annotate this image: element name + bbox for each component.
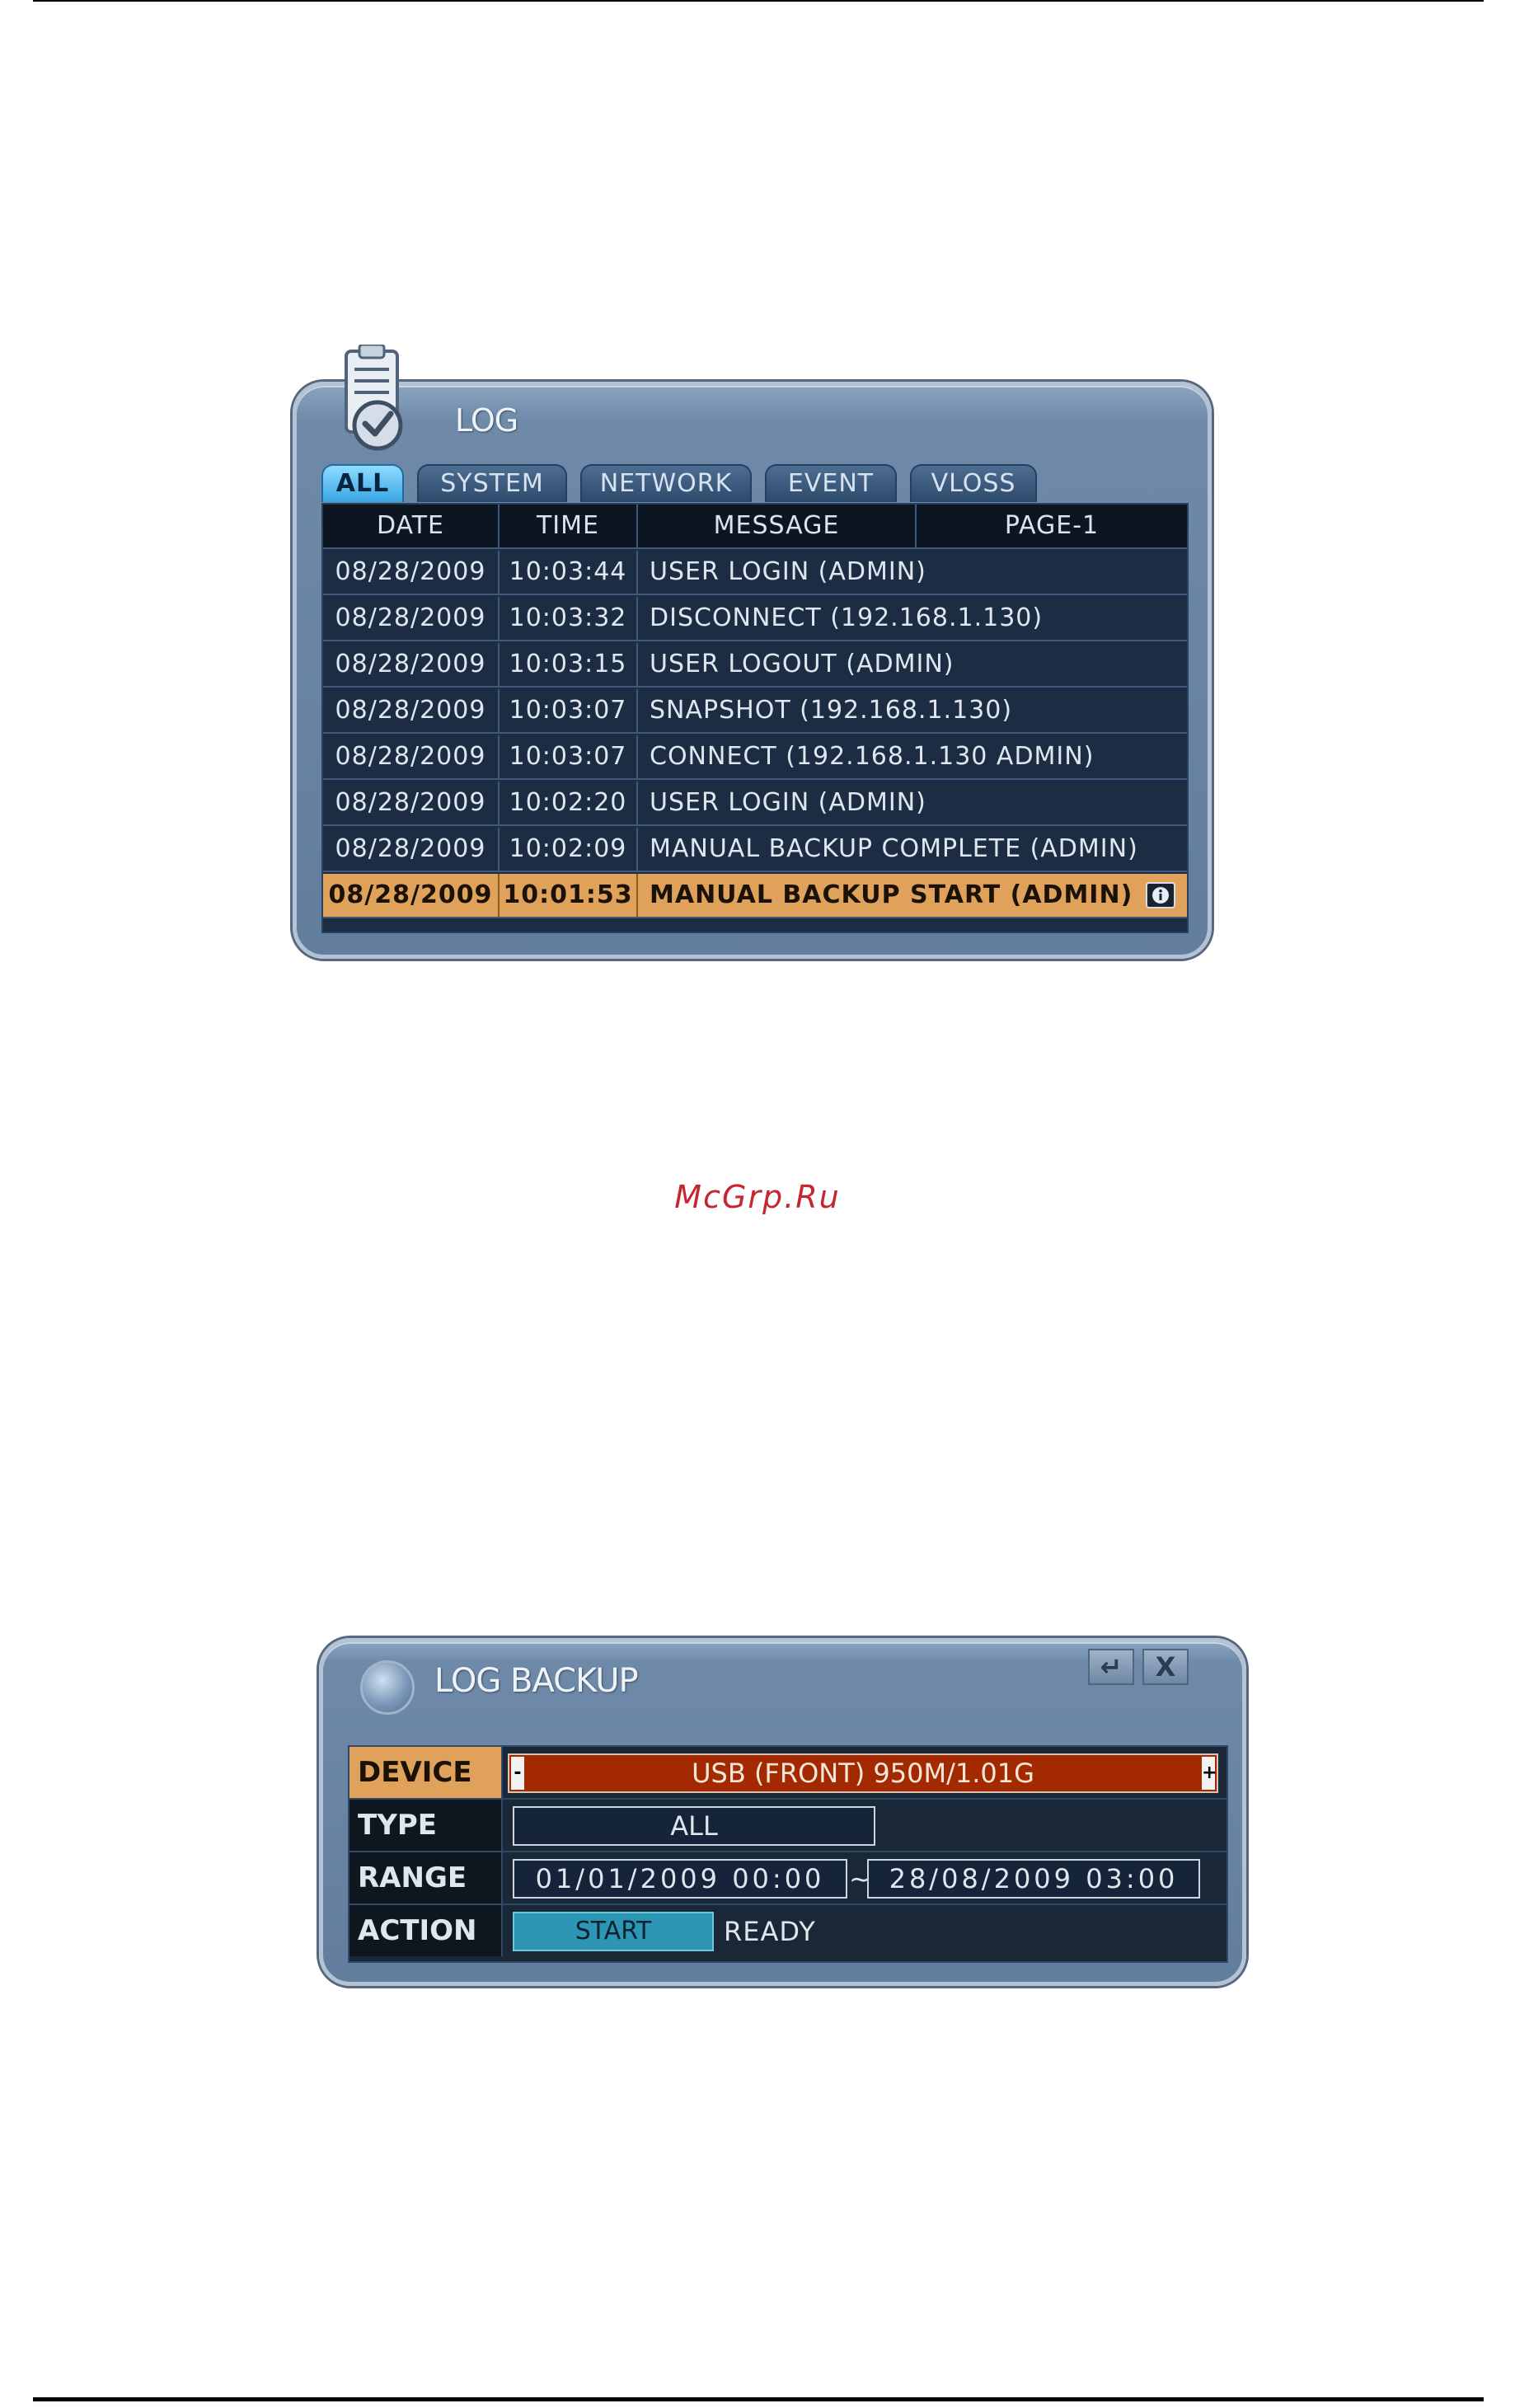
column-header-time: TIME	[536, 511, 599, 540]
log-message: SNAPSHOT (192.168.1.130)	[650, 696, 1013, 725]
log-time: 10:02:20	[500, 782, 638, 824]
device-increment-button[interactable]: +	[1202, 1757, 1217, 1790]
log-row[interactable]: 08/28/2009 10:03:07 SNAPSHOT (192.168.1.…	[323, 689, 1187, 734]
enter-button[interactable]: ↵	[1088, 1649, 1134, 1685]
range-label: RANGE	[349, 1852, 503, 1903]
log-backup-title: LOG BACKUP	[434, 1662, 639, 1700]
log-date: 08/28/2009	[323, 551, 500, 594]
log-time: 10:03:15	[500, 643, 638, 686]
type-row: TYPE ALL	[349, 1800, 1227, 1852]
range-start-field[interactable]: 01/01/2009 00:00	[513, 1859, 847, 1899]
device-label: DEVICE	[349, 1747, 503, 1798]
tab-system[interactable]: SYSTEM	[417, 464, 567, 502]
column-header-message: MESSAGE	[713, 511, 840, 540]
device-row: DEVICE - USB (FRONT) 950M/1.01G +	[349, 1747, 1227, 1800]
range-row: RANGE 01/01/2009 00:00 ~ 28/08/2009 03:0…	[349, 1852, 1227, 1905]
log-time: 10:01:53	[500, 874, 638, 917]
action-label: ACTION	[349, 1905, 503, 1956]
tab-vloss[interactable]: VLOSS	[910, 464, 1037, 502]
log-date: 08/28/2009	[323, 643, 500, 686]
log-row[interactable]: 08/28/2009 10:03:44 USER LOGIN (ADMIN)	[323, 551, 1187, 595]
log-time: 10:02:09	[500, 828, 638, 871]
tab-network[interactable]: NETWORK	[580, 464, 752, 502]
log-message: USER LOGIN (ADMIN)	[650, 788, 926, 817]
log-table: DATE TIME MESSAGE PAGE-1 08/28/2009 10:0…	[321, 503, 1189, 933]
log-backup-window: LOG BACKUP ↵ X DEVICE - USB (FRONT) 950M…	[319, 1638, 1246, 1986]
log-date: 08/28/2009	[323, 828, 500, 871]
bottom-rule	[33, 2397, 1484, 2401]
log-time: 10:03:07	[500, 689, 638, 732]
type-select[interactable]: ALL	[513, 1806, 875, 1846]
tab-all[interactable]: ALL	[321, 464, 404, 502]
window-orb-icon	[360, 1660, 415, 1715]
watermark: McGrp.Ru	[674, 1179, 841, 1215]
device-value: USB (FRONT) 950M/1.01G	[692, 1758, 1034, 1789]
close-button[interactable]: X	[1142, 1649, 1189, 1685]
log-table-header: DATE TIME MESSAGE PAGE-1	[323, 505, 1187, 549]
log-row-selected[interactable]: 08/28/2009 10:01:53 MANUAL BACKUP START …	[323, 874, 1187, 918]
log-date: 08/28/2009	[323, 597, 500, 640]
log-row[interactable]: 08/28/2009 10:02:20 USER LOGIN (ADMIN)	[323, 782, 1187, 826]
log-message: CONNECT (192.168.1.130 ADMIN)	[650, 742, 1095, 771]
column-header-date: DATE	[376, 511, 445, 540]
device-select[interactable]: - USB (FRONT) 950M/1.01G +	[508, 1753, 1218, 1793]
start-button[interactable]: START	[513, 1912, 714, 1951]
backup-form: DEVICE - USB (FRONT) 950M/1.01G + TYPE A…	[348, 1745, 1228, 1963]
log-message: MANUAL BACKUP COMPLETE (ADMIN)	[650, 834, 1138, 863]
log-time: 10:03:44	[500, 551, 638, 594]
info-icon[interactable]	[1146, 882, 1175, 908]
action-row: ACTION START READY	[349, 1905, 1227, 1958]
log-date: 08/28/2009	[323, 782, 500, 824]
log-window: LOG ALL SYSTEM NETWORK EVENT VLOSS DATE …	[293, 382, 1212, 959]
page-indicator[interactable]: PAGE-1	[917, 505, 1187, 547]
log-time: 10:03:32	[500, 597, 638, 640]
log-time: 10:03:07	[500, 735, 638, 778]
log-row[interactable]: 08/28/2009 10:03:07 CONNECT (192.168.1.1…	[323, 735, 1187, 780]
log-message: USER LOGIN (ADMIN)	[650, 557, 926, 586]
log-window-title: LOG	[455, 402, 518, 439]
log-date: 08/28/2009	[323, 874, 500, 917]
log-row[interactable]: 08/28/2009 10:03:15 USER LOGOUT (ADMIN)	[323, 643, 1187, 688]
log-message: MANUAL BACKUP START (ADMIN)	[650, 880, 1133, 909]
clipboard-check-icon	[338, 343, 412, 456]
log-message: DISCONNECT (192.168.1.130)	[650, 603, 1044, 632]
log-row[interactable]: 08/28/2009 10:02:09 MANUAL BACKUP COMPLE…	[323, 828, 1187, 872]
device-decrement-button[interactable]: -	[511, 1757, 524, 1790]
log-date: 08/28/2009	[323, 735, 500, 778]
log-message: USER LOGOUT (ADMIN)	[650, 650, 954, 678]
log-row[interactable]: 08/28/2009 10:03:32 DISCONNECT (192.168.…	[323, 597, 1187, 641]
top-rule	[33, 0, 1484, 2]
type-label: TYPE	[349, 1800, 503, 1851]
range-end-field[interactable]: 28/08/2009 03:00	[867, 1859, 1200, 1899]
log-date: 08/28/2009	[323, 689, 500, 732]
status-text: READY	[724, 1916, 816, 1947]
tab-event[interactable]: EVENT	[765, 464, 897, 502]
